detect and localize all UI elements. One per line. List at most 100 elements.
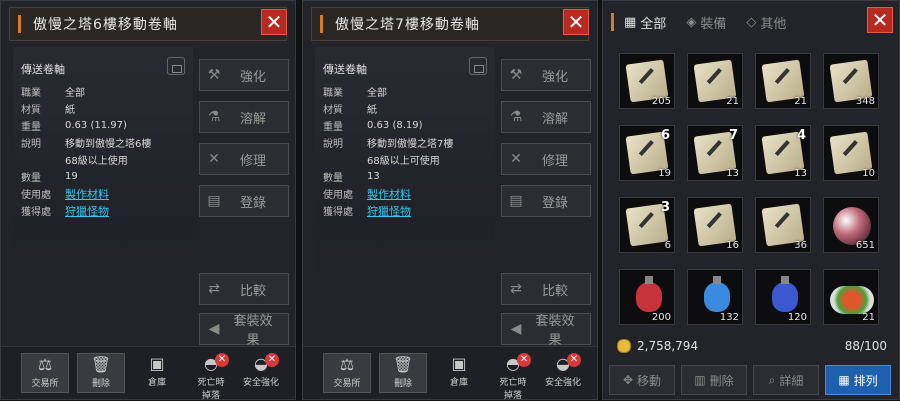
repair-button[interactable]: ✕ 修理 <box>199 143 289 175</box>
gold-coin-icon <box>617 339 631 353</box>
tools-icon: ✕ <box>208 151 220 167</box>
item-quantity: 21 <box>726 96 739 107</box>
chest-icon: ▣ <box>451 354 467 373</box>
obtain-link[interactable]: 狩獵怪物 <box>65 203 109 219</box>
disabled-x-icon: ✕ <box>265 353 279 367</box>
set-effect-button[interactable]: ◀ 套裝效果 <box>501 313 591 348</box>
item-quantity: 21 <box>862 312 875 323</box>
enchant-button[interactable]: ⚒ 強化 <box>199 59 289 91</box>
tab-other[interactable]: ◇ 其他 <box>746 13 786 32</box>
exchange-button[interactable]: ⚖ 交易所 <box>323 353 371 393</box>
grid-icon: ▦ <box>624 14 637 30</box>
floor-number: 4 <box>796 128 806 143</box>
close-button[interactable]: ✕ <box>261 9 287 35</box>
food-plate-icon <box>830 286 874 314</box>
field-value: 紙 <box>65 105 75 116</box>
warehouse-button[interactable]: ▣ 倉庫 <box>435 353 483 393</box>
register-button[interactable]: ▤ 登錄 <box>199 185 289 217</box>
repair-button[interactable]: ✕ 修理 <box>501 143 591 175</box>
exchange-button[interactable]: ⚖ 交易所 <box>21 353 69 393</box>
detail-button[interactable]: ⌕ 詳細 <box>753 365 819 395</box>
book-icon: ▤ <box>207 193 221 209</box>
close-button[interactable]: ✕ <box>563 9 589 35</box>
field-label: 重量 <box>21 122 41 133</box>
panel-title: 傲慢之塔7樓移動卷軸 <box>335 17 480 33</box>
close-button[interactable]: ✕ <box>867 7 893 33</box>
delete-button[interactable]: ▥ 刪除 <box>681 365 747 395</box>
inventory-slot[interactable]: 348 <box>823 53 879 109</box>
inventory-slot[interactable]: 4 13 <box>755 125 811 181</box>
compare-button[interactable]: ⇄ 比較 <box>199 273 289 305</box>
inventory-slot[interactable]: 132 <box>687 269 743 325</box>
register-button[interactable]: ▤ 登錄 <box>501 185 591 217</box>
delete-button[interactable]: 🗑 刪除 <box>379 353 427 393</box>
scale-icon: ⚖ <box>37 355 53 374</box>
inventory-slot[interactable]: 6 19 <box>619 125 675 181</box>
title-accent <box>611 13 614 31</box>
red-potion-icon <box>636 276 662 312</box>
inventory-slot[interactable]: 7 13 <box>687 125 743 181</box>
dissolve-button[interactable]: ⚗ 溶解 <box>501 101 591 133</box>
trash-icon: 🗑 <box>90 355 112 374</box>
item-quantity: 348 <box>855 96 875 107</box>
tab-equipment[interactable]: ◈ 裝備 <box>686 13 726 32</box>
anvil-icon: ⚒ <box>509 67 523 83</box>
disabled-x-icon: ✕ <box>517 353 531 367</box>
dissolve-button[interactable]: ⚗ 溶解 <box>199 101 289 133</box>
move-button[interactable]: ✥ 移動 <box>609 365 675 395</box>
item-name: 傳送卷軸 <box>323 63 367 76</box>
inventory-slot[interactable]: 120 <box>755 269 811 325</box>
floor-number: 7 <box>728 128 738 143</box>
anvil-icon: ⚒ <box>207 67 221 83</box>
field-value: 19 <box>65 171 78 182</box>
warehouse-button[interactable]: ▣ 倉庫 <box>133 353 181 393</box>
item-info: 傳送卷軸 職業 全部 材質 紙 重量 0.63 (11.97) 說明 移動到傲慢之塔6樓… <box>21 61 191 219</box>
shield-icon: ◈ <box>686 14 697 30</box>
inventory-slot[interactable]: 651 <box>823 197 879 253</box>
inventory-slot[interactable]: 36 <box>619 197 675 253</box>
flask-icon: ⚗ <box>207 109 221 125</box>
obtain-link[interactable]: 狩獵怪物 <box>367 203 411 219</box>
floor-number: 6 <box>660 128 670 143</box>
compare-button[interactable]: ⇄ 比較 <box>501 273 591 305</box>
field-label: 職業 <box>21 88 41 99</box>
death-protect-button[interactable]: ✕ ◓ 死亡時 掉落 <box>489 353 537 401</box>
tab-all[interactable]: ▦ 全部 <box>624 13 666 32</box>
field-value: 13 <box>367 171 380 182</box>
use-link[interactable]: 製作材料 <box>367 186 411 202</box>
field-label: 職業 <box>323 88 343 99</box>
use-label: 使用處 <box>323 190 353 201</box>
inventory-slot[interactable]: 205 <box>619 53 675 109</box>
inventory-slot[interactable]: 10 <box>823 125 879 181</box>
field-value: 移動到傲慢之塔6樓 <box>65 139 152 150</box>
set-effect-button[interactable]: ◀ 套裝效果 <box>199 313 289 348</box>
inventory-slot[interactable]: 21 <box>755 53 811 109</box>
item-quantity: 132 <box>719 312 739 323</box>
inventory-panel: ▦ 全部 ◈ 裝備 ◇ 其他 ✕ 205 21 21 348 6 19 7 13 4 13 … <box>602 0 900 400</box>
delete-button[interactable]: 🗑 刪除 <box>77 353 125 393</box>
inventory-slot[interactable]: 200 <box>619 269 675 325</box>
item-quantity: 10 <box>862 168 875 179</box>
title-accent <box>18 15 21 33</box>
death-protect-button[interactable]: ✕ ◓ 死亡時 掉落 <box>187 353 235 401</box>
inventory-slot[interactable]: 36 <box>755 197 811 253</box>
search-icon: ⌕ <box>768 372 776 387</box>
field-value: 移動到傲慢之塔7樓 <box>367 139 454 150</box>
inventory-slot[interactable]: 21 <box>823 269 879 325</box>
field-label: 說明 <box>21 139 41 150</box>
inventory-slot[interactable]: 21 <box>687 53 743 109</box>
cube-icon: ◇ <box>746 14 757 30</box>
sort-button[interactable]: ▦ 排列 <box>825 365 891 395</box>
floor-number: 3 <box>660 200 670 215</box>
field-value: 68級以上使用 <box>65 156 128 167</box>
safe-enchant-button[interactable]: ✕ ◒ 安全強化 <box>539 353 587 393</box>
item-name: 傳送卷軸 <box>21 63 65 76</box>
item-tooltip-panel-2: 傲慢之塔7樓移動卷軸 ✕ 傳送卷軸 職業 全部 材質 紙 重量 0.63 (8.19)… <box>302 0 598 401</box>
enchant-button[interactable]: ⚒ 強化 <box>501 59 591 91</box>
use-link[interactable]: 製作材料 <box>65 186 109 202</box>
field-label: 重量 <box>323 122 343 133</box>
title-accent <box>320 15 323 33</box>
item-quantity: 6 <box>664 240 671 251</box>
inventory-slot[interactable]: 16 <box>687 197 743 253</box>
safe-enchant-button[interactable]: ✕ ◒ 安全強化 <box>237 353 285 393</box>
